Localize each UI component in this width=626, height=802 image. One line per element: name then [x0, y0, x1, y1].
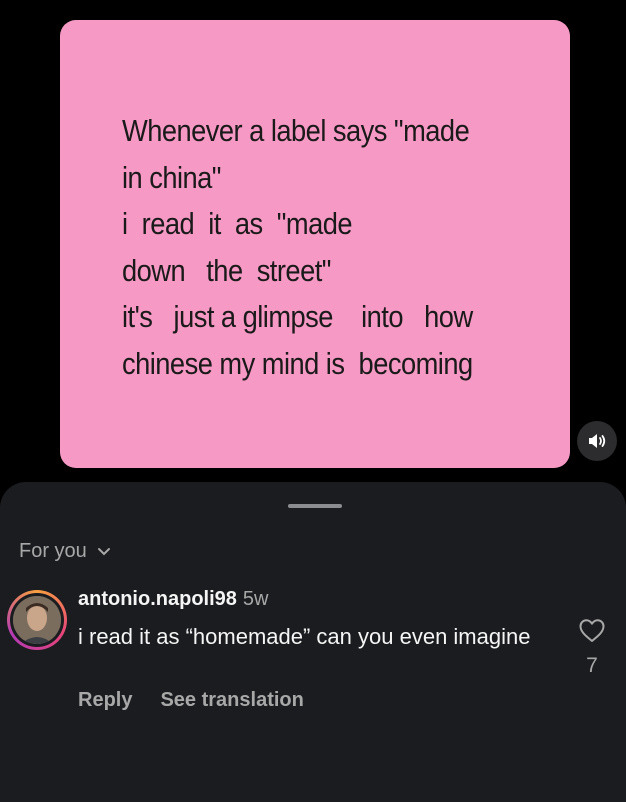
like-count: 7 [586, 654, 598, 677]
comment-text: i read it as “homemade” can you even ima… [78, 624, 531, 649]
sound-toggle-button[interactable] [577, 421, 617, 461]
comments-sheet: For you antonio.napoli98 5w i read it as… [0, 482, 626, 802]
sheet-drag-handle[interactable] [288, 504, 342, 508]
reply-button[interactable]: Reply [78, 689, 132, 712]
comment-header: antonio.napoli98 5w [78, 588, 268, 611]
comment-timestamp: 5w [242, 588, 269, 610]
heart-icon[interactable] [578, 618, 606, 643]
comment-username[interactable]: antonio.napoli98 [78, 588, 237, 610]
see-translation-button[interactable]: See translation [160, 689, 303, 712]
chevron-down-icon [97, 547, 110, 555]
comment-sort-dropdown[interactable]: For you [19, 540, 111, 563]
comment-actions: Reply See translation [78, 689, 304, 712]
sort-label: For you [19, 540, 87, 562]
post-media[interactable]: Whenever a label says "made in china" i … [60, 20, 570, 468]
avatar-photo [13, 596, 61, 644]
post-caption-text: Whenever a label says "made in china" i … [122, 113, 473, 381]
comment-like: 7 [576, 618, 608, 678]
speaker-icon [589, 434, 606, 448]
avatar[interactable] [7, 590, 67, 650]
